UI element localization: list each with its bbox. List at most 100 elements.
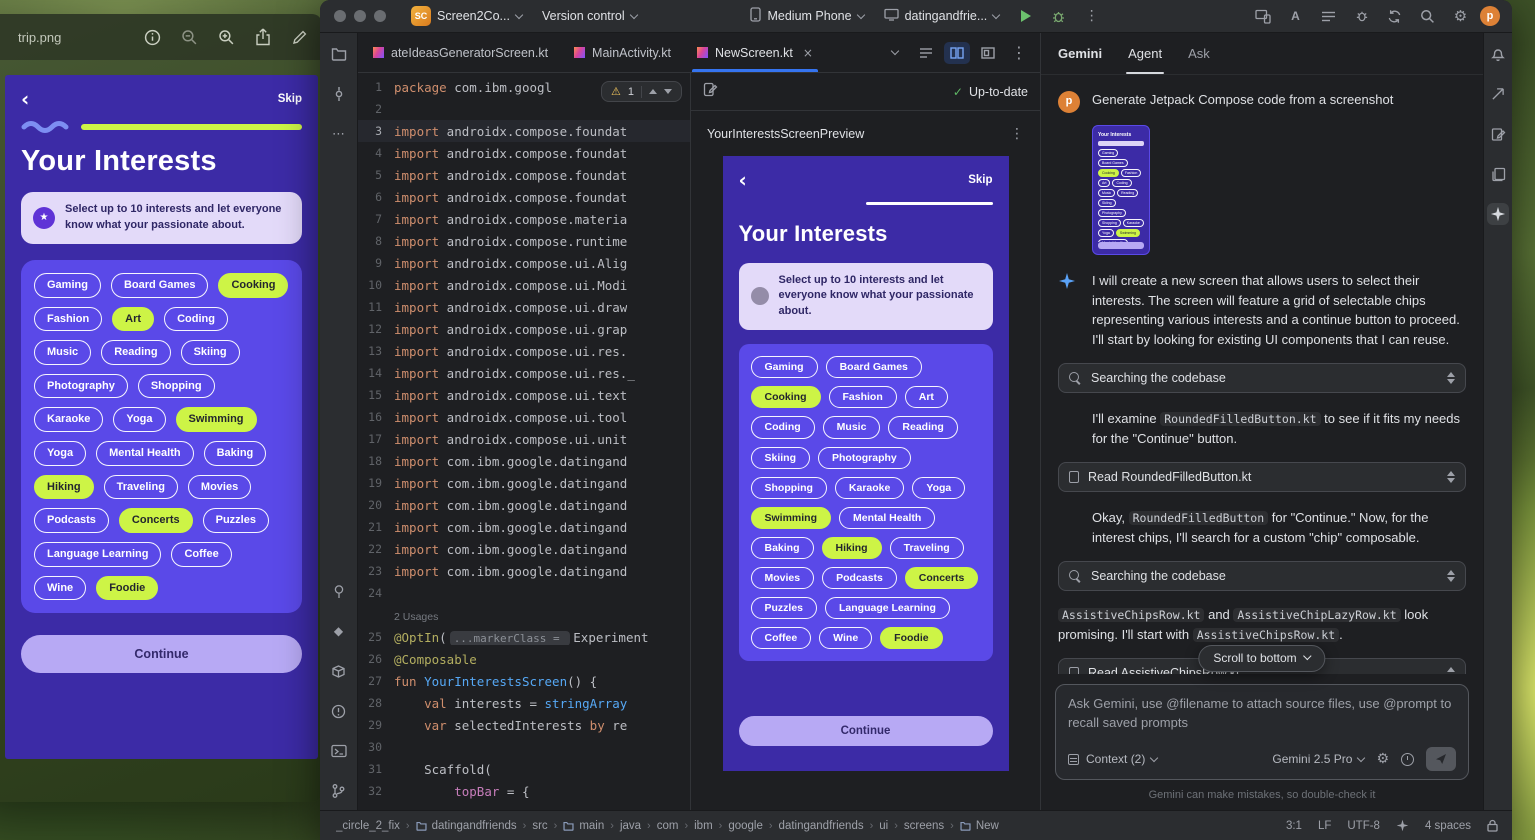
tool-call-card[interactable]: Searching the codebase [1058, 363, 1466, 393]
edit-pencil-icon[interactable] [290, 27, 310, 47]
line-number[interactable]: 14 [358, 366, 394, 380]
code-editor[interactable]: ⚠1 1package com.ibm.googl23import androi… [358, 73, 690, 810]
next-issue-icon[interactable] [664, 89, 672, 94]
breadcrumb-item[interactable]: ui [879, 820, 888, 832]
run-button[interactable] [1012, 4, 1039, 28]
line-number[interactable]: 6 [358, 190, 394, 204]
tab-mainactivity[interactable]: MainActivity.kt [561, 33, 684, 72]
traffic-lights[interactable] [334, 10, 386, 22]
tab-rateideasgeneratorscreen[interactable]: ateIdeasGeneratorScreen.kt [360, 33, 561, 72]
device-mirroring-icon[interactable] [1249, 4, 1276, 28]
caret-position[interactable]: 3:1 [1286, 820, 1302, 832]
line-number[interactable]: 19 [358, 476, 394, 490]
editor-more-icon[interactable]: ⋮ [1006, 42, 1032, 64]
breadcrumb-item[interactable]: _circle_2_fix [336, 820, 400, 832]
tool-call-card[interactable]: Searching the codebase [1058, 561, 1466, 591]
close-tab-icon[interactable]: × [803, 46, 813, 60]
sync-icon[interactable] [1381, 4, 1408, 28]
line-number[interactable]: 12 [358, 322, 394, 336]
breadcrumb-item[interactable]: ibm [694, 820, 713, 832]
line-number[interactable]: 1 [358, 80, 394, 94]
tab-ask[interactable]: Ask [1188, 33, 1210, 74]
breadcrumb-item[interactable]: google [728, 820, 763, 832]
ui-check-icon[interactable] [703, 82, 718, 102]
ai-actions-icon[interactable]: A [1282, 4, 1309, 28]
device-selector[interactable]: Medium Phone [743, 4, 870, 28]
share-icon[interactable] [253, 27, 273, 47]
line-number[interactable]: 13 [358, 344, 394, 358]
breadcrumb-item[interactable]: datingandfriends [779, 820, 864, 832]
resource-manager-icon[interactable] [1487, 163, 1509, 185]
more-actions-icon[interactable]: ⋮ [1078, 4, 1105, 28]
gemini-prompt-input[interactable] [1068, 695, 1456, 741]
project-folder-icon[interactable] [328, 43, 350, 65]
line-number[interactable]: 2 [358, 102, 394, 116]
search-icon[interactable] [1414, 4, 1441, 28]
line-number[interactable]: 26 [358, 652, 394, 666]
layout-inspector-icon[interactable] [1487, 123, 1509, 145]
breadcrumb-item[interactable]: New [960, 820, 999, 832]
breadcrumb-item[interactable]: screens [904, 820, 944, 832]
tool-call-card[interactable]: Read RoundedFilledButton.kt [1058, 462, 1466, 492]
build-icon[interactable] [328, 660, 350, 682]
scroll-to-bottom-button[interactable]: Scroll to bottom [1198, 645, 1325, 672]
expander-icon[interactable] [1447, 667, 1455, 674]
line-number[interactable]: 11 [358, 300, 394, 314]
app-inspection-icon[interactable] [1348, 4, 1375, 28]
line-number[interactable]: 3 [358, 124, 394, 138]
zoom-in-icon[interactable] [216, 27, 236, 47]
profile-avatar[interactable]: p [1480, 6, 1500, 26]
todo-list-icon[interactable] [1315, 4, 1342, 28]
breadcrumb-item[interactable]: main [563, 820, 604, 832]
breadcrumb-item[interactable]: java [620, 820, 641, 832]
tab-agent[interactable]: Agent [1128, 33, 1162, 74]
line-number[interactable]: 16 [358, 410, 394, 424]
history-clock-icon[interactable] [1401, 753, 1414, 766]
line-number[interactable]: 28 [358, 696, 394, 710]
line-number[interactable]: 4 [358, 146, 394, 160]
line-number[interactable]: 17 [358, 432, 394, 446]
line-number[interactable]: 9 [358, 256, 394, 270]
line-number[interactable]: 29 [358, 718, 394, 732]
prev-issue-icon[interactable] [649, 89, 657, 94]
line-number[interactable]: 25 [358, 630, 394, 644]
problems-icon[interactable] [328, 700, 350, 722]
code-view-toggle[interactable] [913, 42, 939, 64]
breadcrumb-item[interactable]: com [657, 820, 679, 832]
line-number[interactable]: 10 [358, 278, 394, 292]
breadcrumb-item[interactable]: src [532, 820, 547, 832]
run-config-selector[interactable]: datingandfrie... [877, 5, 1007, 27]
gemini-settings-icon[interactable]: ⚙ [1376, 751, 1389, 767]
inspection-widget[interactable]: ⚠1 [601, 81, 682, 102]
line-number[interactable]: 5 [358, 168, 394, 182]
version-control-icon[interactable] [328, 780, 350, 802]
line-number[interactable]: 15 [358, 388, 394, 402]
file-encoding[interactable]: UTF-8 [1347, 820, 1380, 832]
tab-list-chevron-icon[interactable] [882, 42, 908, 64]
expander-icon[interactable] [1447, 372, 1455, 384]
line-number[interactable]: 23 [358, 564, 394, 578]
send-button[interactable] [1426, 747, 1456, 771]
project-selector[interactable]: SC Screen2Co... [404, 3, 529, 29]
line-number[interactable]: 27 [358, 674, 394, 688]
breadcrumb-item[interactable]: datingandfriends [416, 820, 517, 832]
line-number[interactable]: 24 [358, 586, 394, 600]
line-number[interactable]: 30 [358, 740, 394, 754]
line-number[interactable]: 7 [358, 212, 394, 226]
line-number[interactable]: 21 [358, 520, 394, 534]
line-number[interactable]: 31 [358, 762, 394, 776]
terminal-icon[interactable] [328, 740, 350, 762]
line-number[interactable]: 8 [358, 234, 394, 248]
preview-menu-icon[interactable]: ⋮ [1010, 126, 1024, 142]
indent-setting[interactable]: 4 spaces [1425, 820, 1471, 832]
expander-icon[interactable] [1447, 570, 1455, 582]
model-selector[interactable]: Gemini 2.5 Pro [1272, 752, 1364, 766]
usages-inlay-hint[interactable]: 2 Usages [394, 611, 438, 623]
expander-icon[interactable] [1447, 471, 1455, 483]
notifications-bell-icon[interactable] [1487, 43, 1509, 65]
commit-icon[interactable] [328, 83, 350, 105]
zoom-out-icon[interactable] [179, 27, 199, 47]
tab-newscreen[interactable]: NewScreen.kt × [684, 33, 826, 72]
screenshot-thumbnail[interactable]: Your InterestsGamingBoard GamesCookingFa… [1092, 125, 1150, 255]
line-separator[interactable]: LF [1318, 820, 1331, 832]
